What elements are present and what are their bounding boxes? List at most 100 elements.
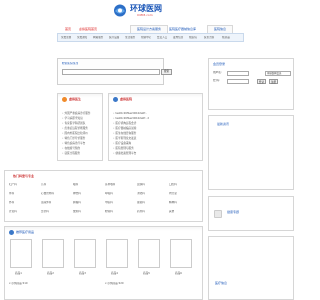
list-item[interactable]: 特色疾病诊疗平台 [62, 142, 86, 146]
virtual-doctor-title: 虚拟医生 [69, 97, 82, 101]
list-item[interactable]: 国内外医院比较评价 [62, 132, 88, 136]
nav-publish[interactable]: 发布信息 [173, 36, 183, 40]
nav-service[interactable]: 网站服务 [93, 36, 103, 40]
username-field[interactable] [227, 71, 249, 76]
product-label[interactable]: 商品3 [79, 271, 86, 275]
category-item[interactable]: 皮肤科 [137, 183, 145, 187]
product-thumb[interactable] [10, 239, 32, 268]
category-item[interactable]: 耳鼻喉科 [105, 183, 115, 187]
list-item[interactable]: 专家医学科研团队 [62, 122, 86, 126]
category-item[interactable]: 精神科 [169, 201, 177, 205]
password-label: 密 码: [213, 79, 220, 82]
list-item[interactable]: 医疗器械临床试验 [113, 127, 137, 131]
product-thumb[interactable] [170, 239, 192, 268]
category-item[interactable]: 针灸科 [9, 210, 17, 214]
virtual-doctor-panel: 虚拟医生 外国严重疾病诊疗服务 学习病原学知识 专家医学科研团队 危重症远程诊断… [57, 93, 103, 161]
product-label[interactable]: 商品6 [175, 271, 182, 275]
list-item[interactable]: 特色门诊导诊服务 [62, 137, 86, 141]
category-item[interactable]: 肿瘤科 [73, 201, 81, 205]
category-item[interactable]: 心血管内科 [41, 192, 54, 196]
nav-find-drug[interactable]: 找药品 [222, 36, 230, 40]
list-item[interactable]: test0c26fbe2d0102e0f.. [113, 112, 147, 116]
image-icon [214, 210, 222, 218]
topic-panel: 健康专题 [208, 196, 294, 231]
nav-devices[interactable]: 医疗设备 [109, 36, 119, 40]
tab-design[interactable]: 医院设计方案服务 [130, 25, 168, 33]
product-thumb[interactable] [138, 239, 160, 268]
list-item[interactable]: 医疗设备采购 [113, 142, 132, 146]
product-label[interactable]: 商品2 [47, 271, 54, 275]
category-item[interactable]: 其他 [169, 210, 174, 214]
nav-help[interactable]: 帮助中心 [141, 36, 151, 40]
category-item[interactable]: 放射科 [73, 210, 81, 214]
nav-find-hospital[interactable]: 找医院 [189, 36, 197, 40]
password-field[interactable] [227, 79, 249, 84]
category-item[interactable]: 药剂科 [137, 210, 145, 214]
nav-member[interactable]: 会员入口 [157, 36, 167, 40]
product-label[interactable]: 商品4 [111, 271, 118, 275]
nav-ask-doctor[interactable]: 医生咨询 [204, 36, 214, 40]
category-item[interactable]: 眼科 [73, 183, 78, 187]
list-item[interactable]: 就医全程服务 [62, 152, 81, 156]
nav-life[interactable]: 生活服务 [125, 36, 135, 40]
category-item[interactable]: 呼吸科 [105, 192, 113, 196]
search-button[interactable]: 搜索 [161, 69, 172, 75]
promo-line[interactable]: x 示例商品 ¥10 [9, 282, 28, 286]
list-item[interactable]: 医院管理与服务 [113, 147, 134, 151]
top-tabs: 首页 虚拟医院首页 医院设计方案服务 医院医疗器械信息库 医院信息 [57, 25, 244, 33]
category-item[interactable]: 康复科 [137, 201, 145, 205]
list-item[interactable]: test0c26fbe2d0102e0f.. 2 [113, 117, 150, 121]
list-item[interactable]: 健康档案管理平台 [113, 152, 137, 156]
tab-info[interactable]: 医院信息 [207, 25, 233, 33]
list-item[interactable]: 学习病原学知识 [62, 117, 83, 121]
topic-title: 健康专题 [227, 210, 240, 214]
list-item[interactable]: 外国严重疾病诊疗服务 [62, 112, 91, 116]
category-item[interactable]: 泌尿外科 [41, 201, 51, 205]
logo-icon[interactable] [112, 4, 128, 17]
login-title: 会员登录 [213, 62, 226, 66]
virtual-hospital-title: 虚拟医院 [120, 97, 133, 101]
promo-icon [9, 230, 14, 235]
category-item[interactable]: 儿科 [41, 183, 46, 187]
nav-notice[interactable]: 免费通知 [77, 36, 87, 40]
login-button[interactable]: 登录 [257, 79, 266, 84]
product-thumb[interactable] [74, 239, 96, 268]
category-item[interactable]: 内分泌 [169, 192, 177, 196]
info-panel: 医疗信息 [208, 236, 294, 300]
category-item[interactable]: 检验科 [105, 210, 113, 214]
search-panel: 检索医院/医生 搜索 [57, 58, 172, 85]
category-item[interactable]: 消化科 [137, 192, 145, 196]
promo-panel: 推荐医疗用品 商品1 商品2 商品3 商品4 商品5 商品6 x 示例商品 ¥1… [4, 226, 203, 300]
category-item[interactable]: 骨科 [9, 192, 14, 196]
tab-home[interactable]: 首页 [65, 25, 71, 33]
list-item[interactable]: 危重症远程诊断服务 [62, 127, 88, 131]
search-input[interactable] [62, 69, 160, 75]
category-item[interactable]: 口腔科 [169, 183, 177, 187]
login-panel: 会员登录 用户名: 环球医网会员 密 码: 登录 注册 [208, 58, 294, 110]
register-button[interactable]: 注册 [269, 79, 278, 84]
nav-register[interactable]: 免费注册 [61, 36, 71, 40]
tab-virtual-hospital[interactable]: 虚拟医院首页 [79, 25, 97, 33]
tab-devices[interactable]: 医院医疗器械信息库 [169, 25, 196, 33]
hospital-icon [113, 97, 118, 102]
category-item[interactable]: 外科 [9, 201, 14, 205]
category-title: 热门科室与专业 [13, 174, 35, 178]
promo-line[interactable]: x 示例商品 ¥20 [105, 282, 124, 286]
promo-title: 推荐医疗用品 [16, 230, 35, 234]
product-label[interactable]: 商品5 [143, 271, 150, 275]
product-thumb[interactable] [106, 239, 128, 268]
list-item[interactable]: 医学期刊论文发表 [113, 137, 137, 141]
news-panel: 最新资讯 [208, 115, 294, 190]
category-item[interactable]: 中医科 [105, 201, 113, 205]
category-item[interactable]: 神经科 [73, 192, 81, 196]
product-thumb[interactable] [42, 239, 64, 268]
info-title: 医疗信息 [215, 281, 228, 285]
category-item[interactable]: 妇产科 [9, 183, 17, 187]
product-label[interactable]: 商品1 [15, 271, 22, 275]
list-item[interactable]: 医生在线咨询服务 [113, 132, 137, 136]
category-item[interactable]: 急诊科 [41, 210, 49, 214]
list-item[interactable]: 医疗机构远程会诊 [113, 122, 137, 126]
list-item[interactable]: 在线挂号预约 [62, 147, 81, 151]
search-title: 检索医院/医生 [62, 62, 79, 65]
member-type-select[interactable]: 环球医网会员 [265, 71, 291, 76]
